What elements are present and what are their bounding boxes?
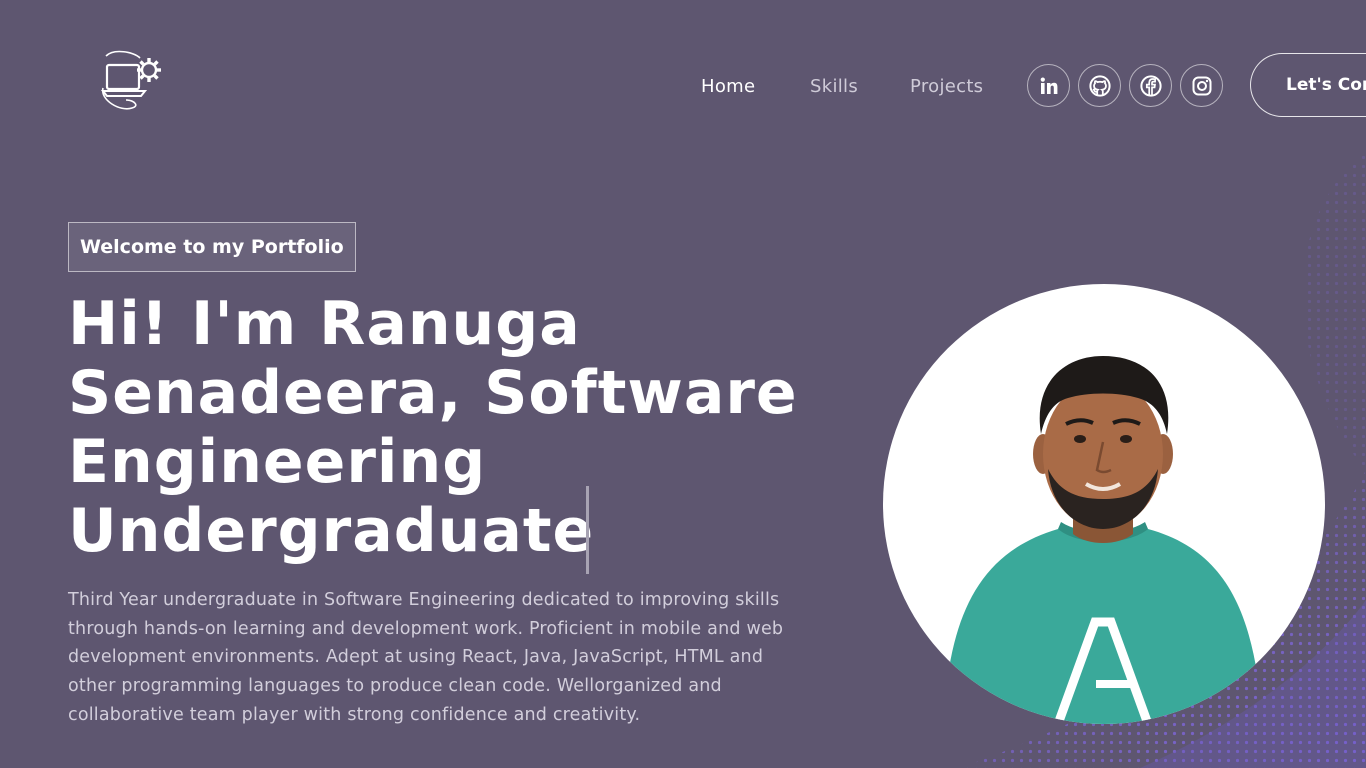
headline-line: Engineering xyxy=(68,427,487,497)
headline-line: Undergraduate xyxy=(68,496,595,566)
typing-caret xyxy=(586,486,589,574)
instagram-icon[interactable] xyxy=(1180,64,1223,107)
profile-photo xyxy=(883,284,1325,724)
facebook-icon[interactable] xyxy=(1129,64,1172,107)
lets-connect-button[interactable]: Let's Connect xyxy=(1250,53,1366,117)
nav-projects[interactable]: Projects xyxy=(910,74,983,100)
welcome-tagline: Welcome to my Portfolio xyxy=(68,222,356,272)
laptop-gear-logo-icon[interactable] xyxy=(100,50,164,112)
github-icon[interactable] xyxy=(1078,64,1121,107)
nav-skills[interactable]: Skills xyxy=(810,74,858,100)
nav-home[interactable]: Home xyxy=(701,74,755,100)
hero-description: Third Year undergraduate in Software Eng… xyxy=(68,590,784,725)
headline-line: Senadeera, Software xyxy=(68,358,798,428)
hero-headline: Hi! I'm Ranuga Senadeera, Software Engin… xyxy=(68,290,828,566)
headline-line: Hi! I'm Ranuga xyxy=(68,289,581,359)
linkedin-icon[interactable] xyxy=(1027,64,1070,107)
